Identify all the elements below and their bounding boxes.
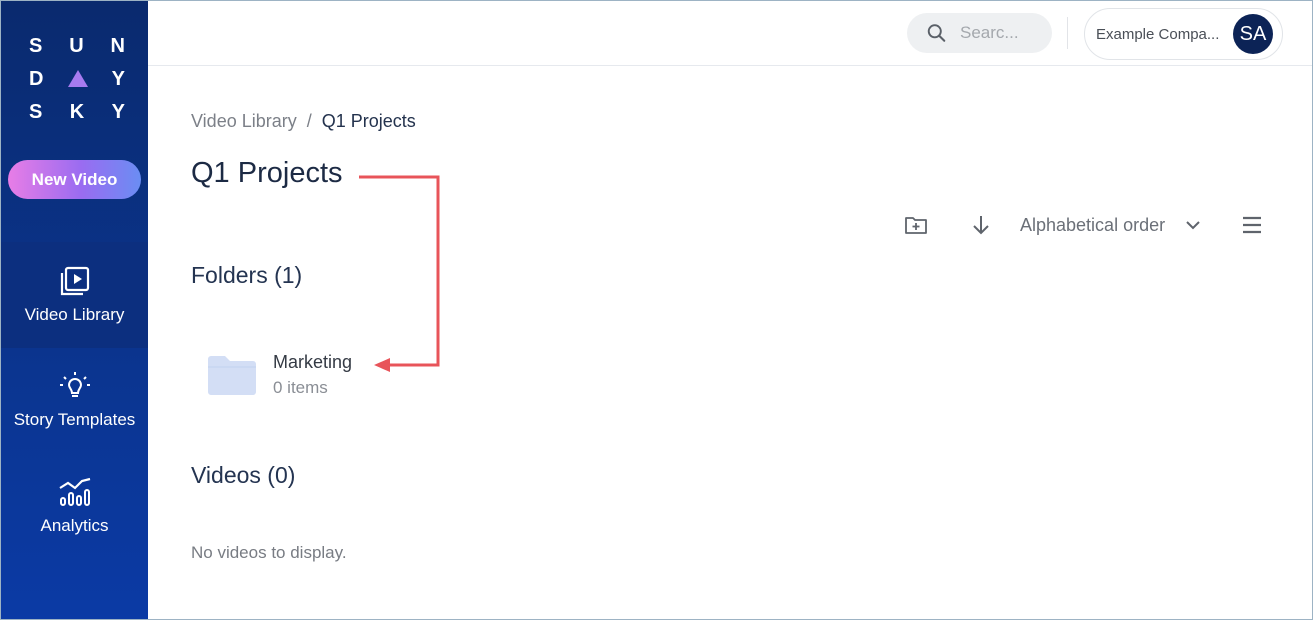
breadcrumb-current: Q1 Projects <box>321 111 416 131</box>
videos-section-title: Videos (0) <box>191 462 296 488</box>
list-menu-icon <box>1243 216 1262 234</box>
logo-letter: S <box>29 35 43 57</box>
logo-letter: K <box>69 101 85 123</box>
logo-letter: Y <box>111 68 125 90</box>
top-bar: Example Compa... SA <box>148 1 1312 66</box>
play-square-icon <box>60 266 89 296</box>
sundaysky-logo[interactable]: S U N D Y S K Y <box>29 29 125 128</box>
logo-letter: N <box>110 35 125 57</box>
folder-item-count: 0 items <box>273 378 328 397</box>
sort-order-label: Alphabetical order <box>1020 214 1166 235</box>
empty-state-text: No videos to display. <box>191 543 347 562</box>
sidebar-item-label: Analytics <box>40 516 109 535</box>
sidebar-item-label: Video Library <box>24 305 125 324</box>
sort-direction-icon <box>973 216 989 235</box>
folder-icon <box>208 356 256 395</box>
library-toolbar: Alphabetical order <box>901 210 1267 240</box>
folder-item-marketing[interactable]: Marketing 0 items <box>207 347 397 403</box>
main-content: Video Library / Q1 Projects Q1 Projects Al… <box>148 66 1312 619</box>
sidebar-item-analytics[interactable]: Analytics <box>1 453 148 559</box>
logo-triangle-icon <box>67 70 88 87</box>
chevron-down-icon <box>1186 221 1200 230</box>
sort-order-dropdown[interactable]: Alphabetical order <box>1020 215 1201 236</box>
logo-letter: S <box>29 101 43 123</box>
breadcrumb-separator: / <box>306 111 312 131</box>
search-icon <box>927 24 946 42</box>
search-input[interactable] <box>958 22 1052 44</box>
avatar[interactable]: SA <box>1233 14 1273 54</box>
search-box[interactable] <box>907 13 1052 53</box>
view-menu-button[interactable] <box>1237 210 1267 240</box>
breadcrumb: Video Library / Q1 Projects <box>191 111 416 132</box>
new-folder-button[interactable] <box>901 210 931 240</box>
logo-letter: D <box>29 68 44 90</box>
analytics-chart-icon <box>58 477 90 506</box>
lightbulb-icon <box>59 372 90 397</box>
sidebar-item-label: Story Templates <box>13 410 136 429</box>
sidebar-item-story-templates[interactable]: Story Templates <box>1 347 148 453</box>
logo-letter: Y <box>111 101 125 123</box>
new-folder-icon <box>905 217 927 234</box>
folder-text: Marketing 0 items <box>273 352 352 398</box>
folders-section-title: Folders (1) <box>191 262 303 288</box>
new-video-button[interactable]: New Video <box>8 160 141 199</box>
breadcrumb-parent-link[interactable]: Video Library <box>191 111 297 131</box>
sidebar-item-video-library[interactable]: Video Library <box>1 242 148 348</box>
logo-letter: U <box>69 35 84 57</box>
page-title: Q1 Projects <box>191 157 343 189</box>
app-window: S U N D Y S K Y New Video Video Library Story… <box>0 0 1313 620</box>
divider <box>1067 17 1068 49</box>
sidebar: S U N D Y S K Y New Video Video Library Story… <box>1 1 148 619</box>
sort-direction-button[interactable] <box>966 210 996 240</box>
account-name: Example Compa... <box>1096 25 1220 43</box>
account-menu[interactable]: Example Compa... SA <box>1084 8 1283 60</box>
folder-name: Marketing <box>273 352 353 372</box>
